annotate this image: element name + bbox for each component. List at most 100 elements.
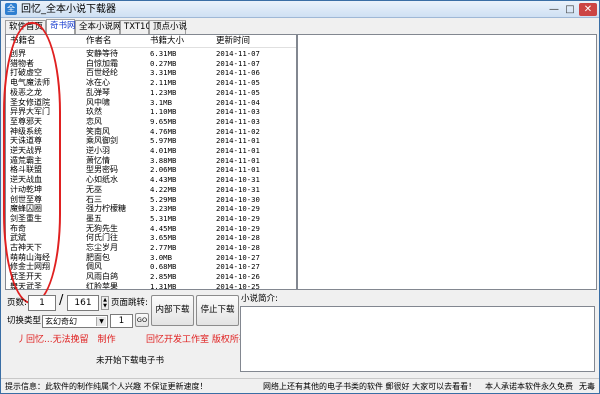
book-updated: 2014-10-29	[216, 213, 260, 223]
table-row[interactable]: 格斗联盟 型男密码 2.06MB 2014-11-01	[6, 165, 296, 175]
book-size: 5.97MB	[150, 136, 177, 146]
chevron-down-icon[interactable]: ▼	[102, 303, 108, 309]
book-author: 百世经纶	[86, 68, 118, 78]
book-size: 2.77MB	[150, 243, 177, 252]
table-row[interactable]: 武圣开天 风雨白鸽 2.85MB 2014-10-26	[6, 272, 296, 282]
title-bar[interactable]: 全 回忆_全本小说下载器 — □ ✕	[1, 1, 599, 18]
book-author: 型男密码	[86, 165, 118, 175]
jump-page-field[interactable]: 1	[110, 314, 133, 328]
book-title: 遁荒霸主	[10, 155, 42, 165]
book-size: 2.06MB	[150, 165, 177, 175]
table-row[interactable]: 至尊邪天 恋风 9.65MB 2014-11-03	[6, 117, 296, 127]
book-title: 至尊邪天	[10, 116, 42, 126]
table-row[interactable]: 计动乾坤 无巫 4.22MB 2014-10-31	[6, 185, 296, 195]
book-author: 无狗先生	[86, 223, 118, 233]
page-jump-label: 页面跳转:	[111, 298, 148, 308]
table-row[interactable]: 古神天下 忘尘岁月 2.77MB 2014-10-28	[6, 243, 296, 253]
book-author: 忘尘岁月	[86, 243, 118, 252]
book-author: 乱弹琴	[86, 87, 110, 97]
book-title: 古神天下	[10, 243, 42, 252]
table-row[interactable]: 遁荒霸主 萧忆情 3.88MB 2014-11-01	[6, 156, 296, 166]
main-window: 全 回忆_全本小说下载器 — □ ✕ 软件首页 奇书网 全本小说网 TXT100…	[0, 0, 600, 394]
book-list[interactable]: 书籍名 作者名 书籍大小 更新时间 创界 安静等待 6.31MB 2014-11-07…	[5, 34, 297, 290]
book-author: 强力柠檬糖	[86, 204, 126, 214]
page-spinner[interactable]: ▲ ▼	[101, 296, 109, 310]
table-row[interactable]: 异界大军门 玖然 1.10MB 2014-11-03	[6, 107, 296, 117]
download-inner-button[interactable]: 内部下载	[151, 295, 194, 326]
intro-textbox[interactable]	[240, 306, 595, 372]
book-updated: 2014-11-01	[216, 155, 260, 165]
book-size: 3.31MB	[150, 68, 177, 78]
book-updated: 2014-10-27	[216, 252, 260, 262]
book-title: 武斌	[10, 233, 26, 243]
table-row[interactable]: 神级系统 笑南风 4.76MB 2014-11-02	[6, 127, 296, 137]
go-button[interactable]: GO	[135, 313, 149, 327]
stop-download-button[interactable]: 停止下载	[196, 295, 239, 326]
book-title: 创世至尊	[10, 194, 42, 204]
status-bar: 提示信息：此软件的制作纯属个人兴趣 不保证更新速度！ 网络上还有其他的电子书类的…	[1, 378, 599, 393]
table-row[interactable]: 逆天战血 心如纸水 4.43MB 2014-10-31	[6, 175, 296, 185]
table-row[interactable]: 魔蜂囚圈 强力柠檬糖 3.23MB 2014-10-29	[6, 204, 296, 214]
chevron-down-icon[interactable]: ▼	[96, 317, 106, 326]
book-updated: 2014-10-27	[216, 262, 260, 272]
app-icon: 全	[5, 3, 17, 15]
maximize-button[interactable]: □	[563, 3, 577, 16]
book-updated: 2014-11-07	[216, 58, 260, 68]
table-row[interactable]: 极恶之龙 乱弹琴 1.23MB 2014-11-05	[6, 88, 296, 98]
book-size: 1.31MB	[150, 281, 177, 290]
table-row[interactable]: 萌萌山海经 肥面包 3.0MB 2014-10-27	[6, 253, 296, 263]
book-updated: 2014-11-05	[216, 87, 260, 97]
book-updated: 2014-11-05	[216, 78, 260, 88]
table-row[interactable]: 天诛道尊 乘风御剑 5.97MB 2014-11-01	[6, 136, 296, 146]
book-size: 3.0MB	[150, 252, 172, 262]
tab-quanben[interactable]: 全本小说网	[75, 20, 122, 34]
table-row[interactable]: 修金士网翔 倜风 0.68MB 2014-10-27	[6, 262, 296, 272]
book-size: 4.22MB	[150, 184, 177, 194]
table-row[interactable]: 猎物者 白惊加霜 0.27MB 2014-11-07	[6, 59, 296, 69]
tab-qishu[interactable]: 奇书网	[46, 19, 76, 34]
table-row[interactable]: 逆天战界 逆小羽 4.01MB 2014-11-01	[6, 146, 296, 156]
current-page-field[interactable]: 1	[28, 295, 56, 311]
book-size: 3.23MB	[150, 204, 177, 214]
column-header-title[interactable]: 书籍名	[10, 36, 36, 47]
minimize-button[interactable]: —	[547, 3, 561, 16]
tab-txt100[interactable]: TXT100	[120, 20, 156, 34]
book-updated: 2014-11-01	[216, 146, 260, 155]
table-row[interactable]: 剑圣重生 墨五 5.31MB 2014-10-29	[6, 214, 296, 224]
tab-dingdian[interactable]: 顶点小说	[149, 20, 187, 34]
book-size: 4.76MB	[150, 126, 177, 136]
book-author: 肥面包	[86, 252, 110, 262]
table-row[interactable]: 武斌 何氏门往 3.65MB 2014-10-28	[6, 233, 296, 243]
book-author: 风中啸	[86, 97, 110, 107]
book-updated: 2014-10-31	[216, 175, 260, 185]
table-row[interactable]: 布奇 无狗先生 4.45MB 2014-10-29	[6, 224, 296, 234]
switch-type-label: 切换类型:	[7, 316, 44, 326]
book-title: 天诛道尊	[10, 136, 42, 146]
category-select[interactable]: 玄幻奇幻 ▼	[42, 315, 108, 328]
column-header-updated[interactable]: 更新时间	[216, 36, 250, 47]
right-panel	[297, 34, 597, 290]
book-size: 5.31MB	[150, 213, 177, 223]
page-separator: /	[59, 293, 64, 308]
table-row[interactable]: 电气魔法师 冰在心 2.11MB 2014-11-05	[6, 78, 296, 88]
table-row[interactable]: 创世至尊 石三 5.29MB 2014-10-30	[6, 195, 296, 205]
book-author: 笑南风	[86, 126, 110, 136]
book-author: 风雨白鸽	[86, 272, 118, 282]
book-author: 冰在心	[86, 78, 110, 88]
tab-home[interactable]: 软件首页	[5, 20, 46, 34]
column-header-author[interactable]: 作者名	[86, 36, 112, 47]
table-row[interactable]: 打破虚空 百世经纶 3.31MB 2014-11-06	[6, 68, 296, 78]
book-updated: 2014-11-02	[216, 126, 260, 136]
book-size: 0.68MB	[150, 262, 177, 272]
table-row[interactable]: 圣女修道院 风中啸 3.1MB 2014-11-04	[6, 98, 296, 108]
book-size: 9.65MB	[150, 116, 177, 126]
book-author: 石三	[86, 194, 102, 204]
book-title: 萌萌山海经	[10, 252, 50, 262]
close-button[interactable]: ✕	[579, 3, 597, 16]
book-author: 白惊加霜	[86, 58, 118, 68]
table-row[interactable]: 舞天武圣 红脸苹果 1.31MB 2014-10-25	[6, 281, 296, 290]
table-row[interactable]: 创界 安静等待 6.31MB 2014-11-07	[6, 49, 296, 59]
column-header-size[interactable]: 书籍大小	[150, 36, 184, 47]
status-message-2: 网络上还有其他的电子书类的软件 郵很好 大家可以去看看！	[263, 382, 477, 391]
book-updated: 2014-10-26	[216, 272, 260, 282]
